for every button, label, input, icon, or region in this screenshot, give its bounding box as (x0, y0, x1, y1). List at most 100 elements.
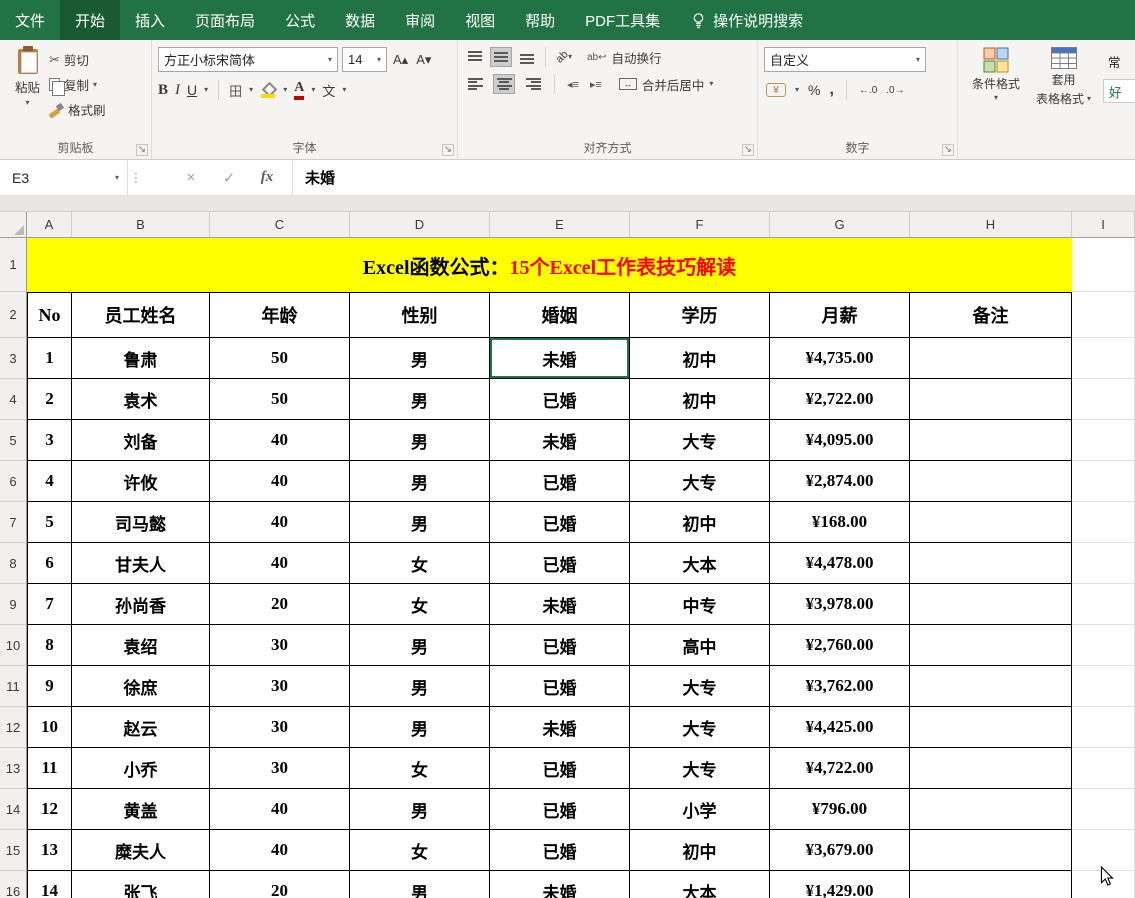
phonetic-guide-button[interactable]: 文 (322, 81, 335, 100)
cell-F3[interactable]: 初中 (630, 338, 770, 379)
enter-icon[interactable]: ✓ (210, 169, 248, 187)
cell-G7[interactable]: ¥168.00 (770, 502, 910, 543)
cell-A12[interactable]: 10 (27, 707, 72, 748)
column-header-B[interactable]: B (72, 212, 210, 238)
cell-H12[interactable] (910, 707, 1072, 748)
font-name-combo[interactable]: 方正小标宋简体 ▾ (158, 47, 338, 72)
cell-I14[interactable] (1072, 789, 1135, 830)
cell-F10[interactable]: 高中 (630, 625, 770, 666)
decrease-decimal-button[interactable]: .0→ (886, 85, 904, 96)
cell-G13[interactable]: ¥4,722.00 (770, 748, 910, 789)
cell-C15[interactable]: 40 (210, 830, 350, 871)
tab-插入[interactable]: 插入 (120, 0, 180, 40)
cell-E15[interactable]: 已婚 (490, 830, 630, 871)
cell-A15[interactable]: 13 (27, 830, 72, 871)
row-header-8[interactable]: 8 (0, 543, 27, 584)
copy-button[interactable]: 复制 ▾ (49, 75, 106, 94)
number-dialog-launcher[interactable]: ↘ (942, 144, 954, 156)
tab-视图[interactable]: 视图 (450, 0, 510, 40)
font-size-combo[interactable]: 14 ▾ (342, 47, 387, 72)
cell-B7[interactable]: 司马懿 (72, 502, 210, 543)
row-header-1[interactable]: 1 (0, 238, 27, 292)
cell-style-normal[interactable]: 常 (1103, 49, 1135, 73)
cell-B16[interactable]: 张飞 (72, 871, 210, 898)
header-cell-B2[interactable]: 员工姓名 (72, 292, 210, 338)
cell-D13[interactable]: 女 (350, 748, 490, 789)
orientation-button[interactable]: ab ▾ (553, 47, 575, 67)
align-middle-button[interactable] (490, 47, 512, 67)
cell-C16[interactable]: 20 (210, 871, 350, 898)
cell-I8[interactable] (1072, 543, 1135, 584)
cell-A16[interactable]: 14 (27, 871, 72, 898)
cell-E11[interactable]: 已婚 (490, 666, 630, 707)
header-cell-F2[interactable]: 学历 (630, 292, 770, 338)
cell-C9[interactable]: 20 (210, 584, 350, 625)
row-header-10[interactable]: 10 (0, 625, 27, 666)
wrap-text-button[interactable]: ab↩ 自动换行 (587, 48, 662, 67)
cell-I6[interactable] (1072, 461, 1135, 502)
cell-C10[interactable]: 30 (210, 625, 350, 666)
tab-开始[interactable]: 开始 (60, 0, 120, 40)
insert-function-icon[interactable]: fx (248, 169, 286, 186)
cell-A4[interactable]: 2 (27, 379, 72, 420)
cell-G11[interactable]: ¥3,762.00 (770, 666, 910, 707)
cell-B8[interactable]: 甘夫人 (72, 543, 210, 584)
bold-button[interactable]: B (158, 82, 168, 99)
percent-style-button[interactable]: % (808, 82, 820, 98)
cell-C7[interactable]: 40 (210, 502, 350, 543)
align-right-button[interactable] (522, 74, 544, 94)
cell-F8[interactable]: 大本 (630, 543, 770, 584)
align-bottom-button[interactable] (516, 47, 538, 67)
cell-G15[interactable]: ¥3,679.00 (770, 830, 910, 871)
header-cell-E2[interactable]: 婚姻 (490, 292, 630, 338)
tell-me-search[interactable]: 操作说明搜索 (691, 0, 803, 40)
cell-F7[interactable]: 初中 (630, 502, 770, 543)
cell-C8[interactable]: 40 (210, 543, 350, 584)
cell-G9[interactable]: ¥3,978.00 (770, 584, 910, 625)
cell-I5[interactable] (1072, 420, 1135, 461)
cell-G8[interactable]: ¥4,478.00 (770, 543, 910, 584)
column-header-H[interactable]: H (910, 212, 1072, 238)
cell-B6[interactable]: 许攸 (72, 461, 210, 502)
cell-C11[interactable]: 30 (210, 666, 350, 707)
cell-G16[interactable]: ¥1,429.00 (770, 871, 910, 898)
cell-H11[interactable] (910, 666, 1072, 707)
cell-C4[interactable]: 50 (210, 379, 350, 420)
cell-A8[interactable]: 6 (27, 543, 72, 584)
decrease-indent-button[interactable]: ◂≡ (565, 78, 581, 91)
column-header-G[interactable]: G (770, 212, 910, 238)
borders-button[interactable]: 田 (229, 81, 242, 100)
cell-D15[interactable]: 女 (350, 830, 490, 871)
font-color-button[interactable]: A (294, 81, 304, 100)
cell-A9[interactable]: 7 (27, 584, 72, 625)
header-cell-G2[interactable]: 月薪 (770, 292, 910, 338)
cell-F12[interactable]: 大专 (630, 707, 770, 748)
cell-A10[interactable]: 8 (27, 625, 72, 666)
cell-G10[interactable]: ¥2,760.00 (770, 625, 910, 666)
cell-H7[interactable] (910, 502, 1072, 543)
cell-D16[interactable]: 男 (350, 871, 490, 898)
cell-D11[interactable]: 男 (350, 666, 490, 707)
cell-D12[interactable]: 男 (350, 707, 490, 748)
row-header-4[interactable]: 4 (0, 379, 27, 420)
cell-D6[interactable]: 男 (350, 461, 490, 502)
cell-G6[interactable]: ¥2,874.00 (770, 461, 910, 502)
cell-A7[interactable]: 5 (27, 502, 72, 543)
header-cell-A2[interactable]: No (27, 292, 72, 338)
format-painter-button[interactable]: 格式刷 (49, 100, 106, 119)
cell-A1-title[interactable]: Excel函数公式：15个Excel工作表技巧解读 (27, 238, 1072, 292)
cell-I9[interactable] (1072, 584, 1135, 625)
row-header-2[interactable]: 2 (0, 292, 27, 338)
row-header-9[interactable]: 9 (0, 584, 27, 625)
cancel-icon[interactable]: × (172, 169, 210, 186)
column-header-A[interactable]: A (27, 212, 72, 238)
column-header-D[interactable]: D (350, 212, 490, 238)
cell-F16[interactable]: 大本 (630, 871, 770, 898)
cell-I7[interactable] (1072, 502, 1135, 543)
row-header-14[interactable]: 14 (0, 789, 27, 830)
cell-D3[interactable]: 男 (350, 338, 490, 379)
cell-G14[interactable]: ¥796.00 (770, 789, 910, 830)
cut-button[interactable]: ✂ 剪切 (49, 50, 106, 69)
cell-A11[interactable]: 9 (27, 666, 72, 707)
cell-F6[interactable]: 大专 (630, 461, 770, 502)
